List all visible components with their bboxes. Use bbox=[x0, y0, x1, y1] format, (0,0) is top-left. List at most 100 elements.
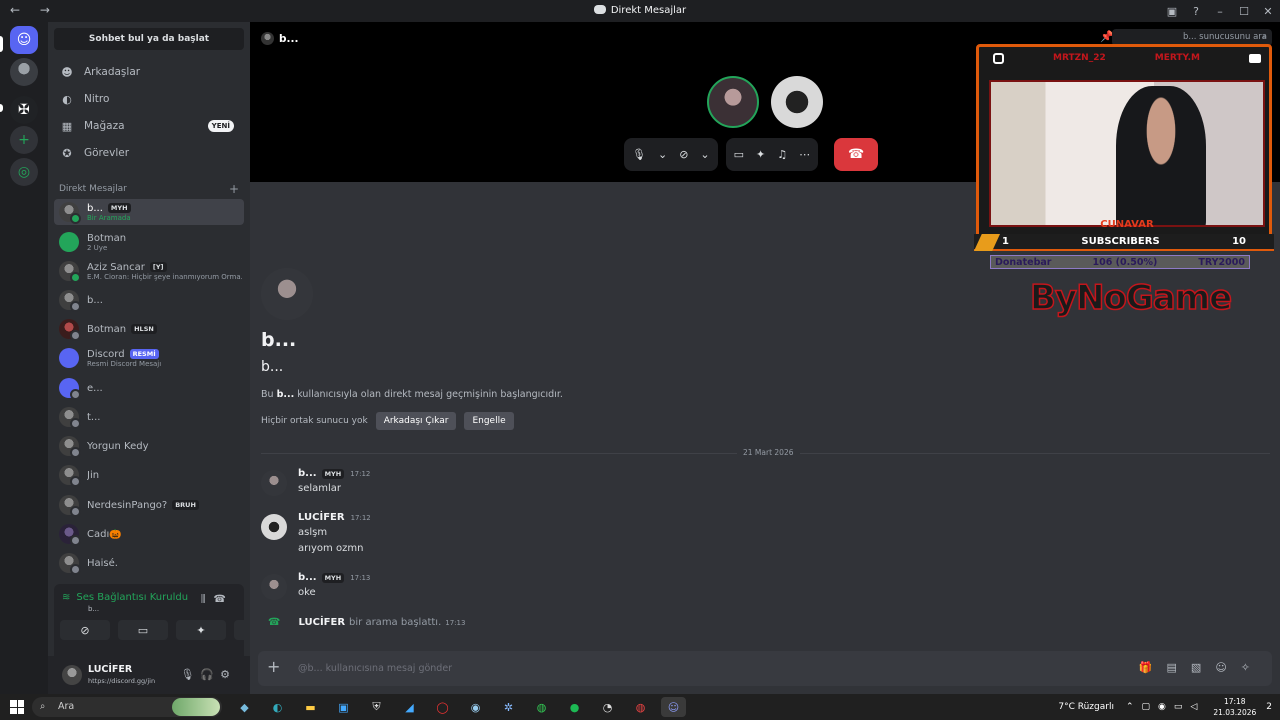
chevron-down-icon[interactable]: ⌄ bbox=[700, 148, 709, 161]
quests-icon: ✪ bbox=[62, 146, 72, 160]
find-conversation-button[interactable]: Sohbet bul ya da başlat bbox=[54, 28, 244, 50]
minimize-button[interactable]: – bbox=[1208, 5, 1232, 18]
steam-icon[interactable]: ◉ bbox=[463, 697, 488, 717]
close-button[interactable]: ✕ bbox=[1256, 5, 1280, 18]
call-started-message: ☎ LUCİFER bir arama başlattı. 17:13 bbox=[268, 617, 466, 628]
gif-icon[interactable]: ▤ bbox=[1167, 661, 1191, 674]
soundboard-icon[interactable]: ♫ bbox=[777, 148, 787, 161]
taskbar-apps: ◆ ◐ ▬ ▣ ⛨ ◢ ◯ ◉ ✲ ◍ ● ◔ ◍ ☺ bbox=[232, 697, 686, 717]
app-icon[interactable]: ✲ bbox=[496, 697, 521, 717]
bynogame-logo: ByNoGame bbox=[1029, 277, 1233, 319]
network-icon[interactable]: ▭ bbox=[1174, 702, 1191, 712]
tray-icon[interactable]: ◉ bbox=[1158, 702, 1174, 712]
chrome-icon[interactable]: ◍ bbox=[529, 697, 554, 717]
server-icon[interactable]: ✠ bbox=[10, 96, 38, 124]
dm-item[interactable]: Haisé. bbox=[54, 550, 244, 576]
dm-item[interactable]: Jin bbox=[54, 462, 244, 488]
webcam-frame: MRTZN_22 MERTY.M CUNAVAR bbox=[976, 44, 1272, 250]
dm-item[interactable]: b... bbox=[54, 287, 244, 313]
remove-friend-button[interactable]: Arkadaşı Çıkar bbox=[375, 412, 457, 430]
camera-off-icon[interactable]: ⊘ bbox=[679, 148, 688, 161]
apps-icon[interactable]: ✧ bbox=[1241, 661, 1264, 674]
hang-up-button[interactable]: ☎ bbox=[834, 138, 879, 171]
camera-off-button[interactable]: ⊘ bbox=[60, 620, 110, 640]
noise-icon[interactable]: ⫼ bbox=[201, 594, 214, 605]
emoji-icon[interactable]: ☺ bbox=[1215, 661, 1240, 674]
avatar[interactable] bbox=[261, 470, 287, 496]
spotify-icon[interactable]: ● bbox=[562, 697, 587, 717]
file-explorer-icon[interactable]: ▬ bbox=[298, 697, 323, 717]
dm-item[interactable]: t... bbox=[54, 404, 244, 430]
discord-avatar bbox=[59, 348, 79, 368]
unread-pill bbox=[0, 104, 3, 112]
start-icon[interactable] bbox=[10, 700, 24, 714]
attach-icon[interactable]: + bbox=[267, 657, 280, 676]
tray-icon[interactable]: ▢ bbox=[1142, 702, 1159, 712]
dm-item[interactable]: Botman HLSN bbox=[54, 316, 244, 342]
chevron-down-icon[interactable]: ⌄ bbox=[658, 148, 667, 161]
nav-shop[interactable]: ▦ Mağaza YENİ bbox=[54, 114, 244, 138]
weather[interactable]: 7°C Rüzgarlı bbox=[1058, 702, 1114, 712]
nav-nitro[interactable]: ◐ Nitro bbox=[54, 87, 244, 111]
streamer-name: CUNAVAR bbox=[1100, 219, 1154, 230]
copilot-icon[interactable]: ◆ bbox=[232, 697, 257, 717]
discover-icon[interactable]: ◎ bbox=[10, 158, 38, 186]
nav-quests[interactable]: ✪ Görevler bbox=[54, 141, 244, 165]
avatar bbox=[59, 465, 81, 487]
dm-item[interactable]: Discord RESMİ Resmi Discord Mesajı bbox=[54, 345, 244, 371]
more-icon[interactable]: ⋯ bbox=[799, 148, 810, 161]
block-button[interactable]: Engelle bbox=[464, 412, 514, 430]
create-dm-icon[interactable]: + bbox=[229, 182, 239, 196]
server-avatar[interactable] bbox=[10, 58, 38, 86]
voice-channel[interactable]: b... bbox=[88, 605, 99, 613]
activities-icon[interactable]: ✦ bbox=[756, 148, 765, 161]
edge-icon[interactable]: ◐ bbox=[265, 697, 290, 717]
chrome-icon[interactable]: ◍ bbox=[628, 697, 653, 717]
disconnect-icon[interactable]: ☎ bbox=[214, 594, 234, 605]
activities-button[interactable]: ✦ bbox=[176, 620, 226, 640]
gift-icon[interactable]: 🎁 bbox=[1139, 661, 1167, 674]
dm-item[interactable]: Cadı🎃 bbox=[54, 521, 244, 547]
notification-icon[interactable]: 2 bbox=[1266, 702, 1272, 712]
inbox-icon[interactable]: ▣ bbox=[1160, 5, 1184, 18]
sticker-icon[interactable]: ▧ bbox=[1191, 661, 1215, 674]
screen-share-button[interactable]: ▭ bbox=[118, 620, 168, 640]
message-input[interactable]: @b... kullanıcısına mesaj gönder bbox=[298, 663, 452, 674]
discord-home-icon[interactable]: ☺ bbox=[10, 26, 38, 54]
discord-icon[interactable]: ☺ bbox=[661, 697, 686, 717]
dm-item[interactable]: e... bbox=[54, 375, 244, 401]
taskbar-search[interactable]: ⌕ Ara bbox=[32, 697, 222, 717]
call-participant-avatar[interactable] bbox=[707, 76, 759, 128]
date-divider: 21 Mart 2026 bbox=[261, 448, 1270, 457]
app-icon[interactable]: ◢ bbox=[397, 697, 422, 717]
mic-icon[interactable]: 🎙 bbox=[180, 668, 200, 681]
dm-item[interactable]: Yorgun Kedy bbox=[54, 433, 244, 459]
dm-item[interactable]: NerdesinPango? BRUH bbox=[54, 492, 244, 518]
app-icon[interactable]: ◔ bbox=[595, 697, 620, 717]
instagram-icon bbox=[993, 52, 1004, 64]
nav-friends[interactable]: ☻ Arkadaşlar bbox=[54, 60, 244, 84]
avatar[interactable] bbox=[261, 514, 287, 540]
maximize-button[interactable]: ☐ bbox=[1232, 5, 1256, 18]
opera-icon[interactable]: ◯ bbox=[430, 697, 455, 717]
message-composer[interactable]: + @b... kullanıcısına mesaj gönder 🎁▤▧☺✧ bbox=[258, 651, 1272, 686]
avatar[interactable] bbox=[261, 574, 287, 600]
title-bar: ← → Direkt Mesajlar ▣ ? – ☐ ✕ bbox=[0, 0, 1280, 22]
help-icon[interactable]: ? bbox=[1184, 5, 1208, 18]
store-icon[interactable]: ▣ bbox=[331, 697, 356, 717]
add-server-icon[interactable]: + bbox=[10, 126, 38, 154]
mic-icon[interactable]: 🎙 bbox=[632, 148, 646, 161]
dm-item[interactable]: b... MYH Bir Aramada bbox=[54, 199, 244, 225]
call-participant-avatar[interactable] bbox=[771, 76, 823, 128]
settings-icon[interactable]: ⚙ bbox=[220, 668, 236, 681]
group-avatar bbox=[59, 232, 79, 252]
headphones-icon[interactable]: 🎧 bbox=[200, 668, 220, 681]
clock[interactable]: 17:18 21.03.2026 bbox=[1213, 696, 1256, 718]
volume-icon[interactable]: ◁ bbox=[1190, 702, 1205, 712]
shield-icon[interactable]: ⛨ bbox=[364, 697, 389, 717]
screen-share-icon[interactable]: ▭ bbox=[734, 148, 744, 161]
avatar[interactable] bbox=[62, 665, 82, 685]
dm-item[interactable]: Aziz Sancar [Y] E.M. Cioran: Hiçbir şeye i… bbox=[54, 258, 244, 284]
chevron-up-icon[interactable]: ⌃ bbox=[1126, 702, 1142, 712]
dm-item[interactable]: Botman 2 Üye bbox=[54, 229, 244, 255]
